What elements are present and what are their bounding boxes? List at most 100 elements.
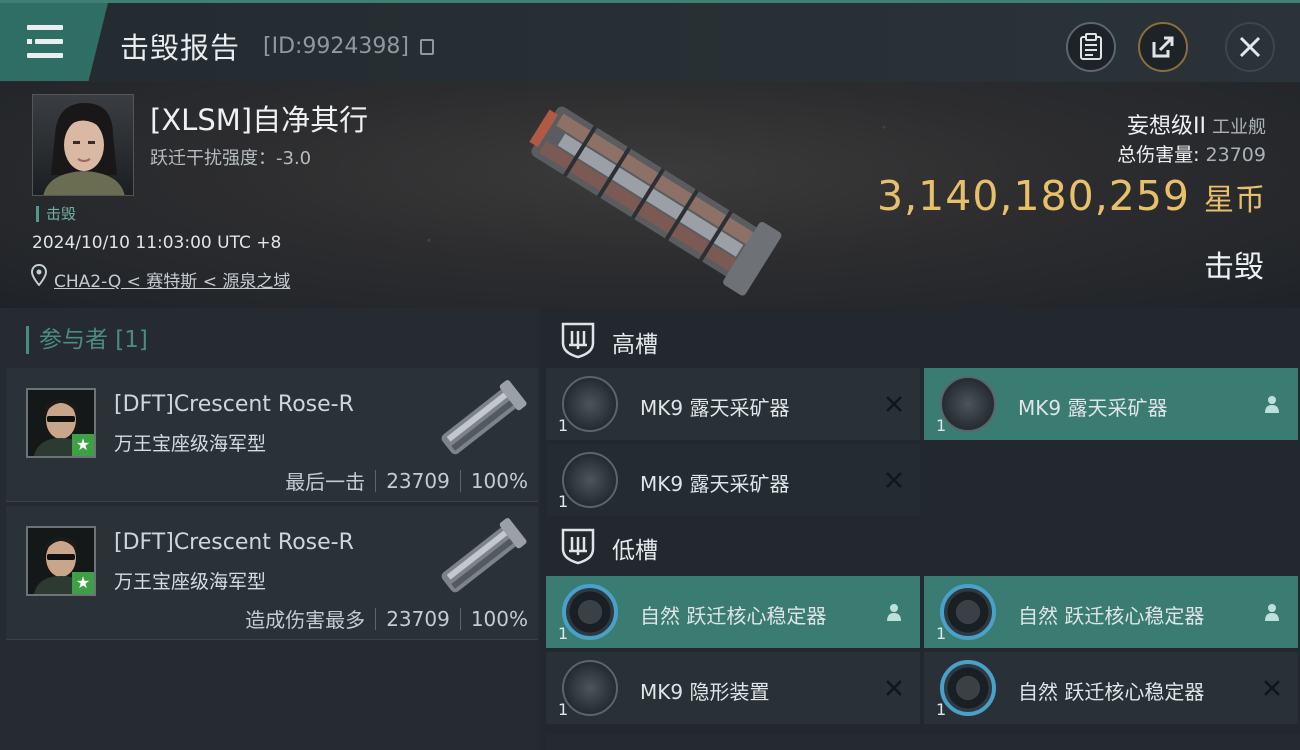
victim-portrait[interactable] — [32, 94, 134, 196]
module-name: 自然 跃迁核心稳定器 — [1018, 604, 1205, 628]
participant-damage-percent: 100% — [470, 606, 528, 631]
module-name: MK9 隐形装置 — [640, 680, 770, 704]
high-slot-icon — [561, 322, 595, 359]
kill-result: 击毁 — [1204, 250, 1264, 285]
participants-panel: 参与者 [1] ★ [DFT]Crescent Rose-R 万王宝座级海军型 … — [0, 308, 540, 750]
cloaking-device-icon — [562, 660, 618, 716]
module-item[interactable]: 1 MK9 隐形装置 — [546, 652, 920, 724]
standing-star-icon: ★ — [72, 572, 94, 594]
pilot-portrait-image — [43, 103, 125, 195]
strip-miner-icon — [562, 452, 618, 508]
participant-role: 最后一击 — [285, 470, 366, 494]
participant-avatar: ★ — [26, 526, 96, 596]
warp-core-stabilizer-icon — [562, 584, 618, 640]
module-quantity: 1 — [558, 624, 569, 643]
module-item[interactable]: 1 自然 跃迁核心稳定器 — [546, 576, 920, 648]
destroyed-x-icon — [882, 468, 906, 492]
module-name: 自然 跃迁核心稳定器 — [1018, 680, 1205, 704]
total-damage-label: 总伤害量: — [1117, 144, 1200, 166]
fittings-panel: 高槽 1 MK9 露天采矿器 1 MK9 露天采矿器 1 MK9 露天采矿器 低… — [540, 308, 1300, 750]
close-icon — [1239, 36, 1261, 58]
copy-id-icon[interactable] — [420, 39, 434, 55]
high-slot-header: 高槽 — [546, 310, 1300, 370]
clipboard-button[interactable] — [1066, 22, 1116, 72]
isk-unit: 星币 — [1204, 183, 1266, 218]
participant-role: 造成伤害最多 — [245, 608, 366, 632]
next-section-peek — [546, 734, 1300, 750]
module-name: MK9 露天采矿器 — [640, 472, 790, 496]
share-button[interactable] — [1138, 22, 1188, 72]
close-button[interactable] — [1225, 22, 1275, 72]
participant-stats: 造成伤害最多 23709 100% — [245, 604, 528, 633]
status-badge: 击毁 — [36, 206, 76, 222]
isk-loss: 3,140,180,259 星币 — [877, 172, 1266, 220]
strip-miner-icon — [940, 376, 996, 432]
module-quantity: 1 — [558, 416, 569, 435]
module-item[interactable]: 1 自然 跃迁核心稳定器 — [924, 576, 1298, 648]
module-quantity: 1 — [558, 700, 569, 719]
warp-core-stabilizer-icon — [940, 584, 996, 640]
module-quantity: 1 — [558, 492, 569, 511]
ship-type: 工业舰 — [1212, 117, 1266, 138]
participant-name[interactable]: [DFT]Crescent Rose-R — [114, 392, 354, 417]
participant-ship[interactable]: 万王宝座级海军型 — [114, 429, 266, 456]
module-name: MK9 露天采矿器 — [1018, 396, 1168, 420]
report-id: [ID:9924398] — [263, 34, 409, 59]
dropped-person-icon — [882, 600, 906, 624]
location-pin-icon — [31, 264, 47, 286]
isk-value: 3,140,180,259 — [877, 172, 1190, 220]
dropped-person-icon — [1260, 600, 1284, 624]
menu-icon-bar — [27, 39, 63, 44]
divider — [459, 607, 461, 630]
module-item[interactable]: 1 MK9 露天采矿器 — [546, 444, 920, 516]
clipboard-icon — [1080, 33, 1102, 60]
participant-name[interactable]: [DFT]Crescent Rose-R — [114, 530, 354, 555]
page-title: 击毁报告 — [120, 31, 241, 65]
participant-row[interactable]: ★ [DFT]Crescent Rose-R 万王宝座级海军型 造成伤害最多 2… — [6, 506, 538, 640]
participant-damage: 23709 — [386, 468, 450, 493]
participant-ship-image — [441, 518, 527, 593]
module-name: 自然 跃迁核心稳定器 — [640, 604, 827, 628]
module-item[interactable]: 1 MK9 露天采矿器 — [546, 368, 920, 440]
kill-datetime: 2024/10/10 11:03:00 UTC +8 — [32, 233, 282, 253]
module-quantity: 1 — [936, 700, 947, 719]
destroyed-x-icon — [882, 676, 906, 700]
kill-location-link[interactable]: CHA2-Q < 赛特斯 < 源泉之域 — [54, 267, 290, 292]
destroyed-x-icon — [882, 392, 906, 416]
top-bar: 击毁报告 [ID:9924398] — [0, 0, 1300, 82]
module-name: MK9 露天采矿器 — [640, 396, 790, 420]
total-damage-value: 23709 — [1205, 144, 1266, 166]
low-slot-label: 低槽 — [612, 538, 658, 564]
strip-miner-icon — [562, 376, 618, 432]
destroyed-x-icon — [1260, 676, 1284, 700]
participant-damage-percent: 100% — [470, 468, 528, 493]
victim-ship-class: 妄想级II 工业舰 — [1127, 108, 1266, 140]
menu-icon-bar — [27, 53, 63, 58]
low-slot-header: 低槽 — [546, 516, 1300, 576]
high-slot-label: 高槽 — [612, 332, 658, 358]
module-quantity: 1 — [936, 624, 947, 643]
participants-header: 参与者 [1] — [26, 326, 148, 354]
participant-avatar: ★ — [26, 388, 96, 458]
participant-ship[interactable]: 万王宝座级海军型 — [114, 567, 266, 594]
participant-stats: 最后一击 23709 100% — [285, 466, 528, 495]
participant-row[interactable]: ★ [DFT]Crescent Rose-R 万王宝座级海军型 最后一击 237… — [6, 368, 538, 502]
divider — [375, 607, 377, 630]
share-icon — [1152, 36, 1174, 58]
total-damage: 总伤害量: 23709 — [1117, 140, 1266, 167]
low-slot-icon — [561, 528, 595, 565]
module-item[interactable]: 1 自然 跃迁核心稳定器 — [924, 652, 1298, 724]
menu-button[interactable] — [0, 3, 108, 81]
victim-pilot-name[interactable]: [XLSM]自净其行 — [150, 97, 368, 139]
ship-name[interactable]: 妄想级II — [1127, 114, 1206, 139]
participant-damage: 23709 — [386, 606, 450, 631]
module-quantity: 1 — [936, 416, 947, 435]
divider — [375, 469, 377, 492]
dropped-person-icon — [1260, 392, 1284, 416]
victim-summary: [XLSM]自净其行 跃迁干扰强度：-3.0 击毁 2024/10/10 11:… — [0, 82, 1300, 308]
victim-ship-image — [529, 106, 782, 296]
module-item[interactable]: 1 MK9 露天采矿器 — [924, 368, 1298, 440]
warp-disruption-strength: 跃迁干扰强度：-3.0 — [150, 148, 312, 169]
standing-star-icon: ★ — [72, 434, 94, 456]
divider — [459, 469, 461, 492]
